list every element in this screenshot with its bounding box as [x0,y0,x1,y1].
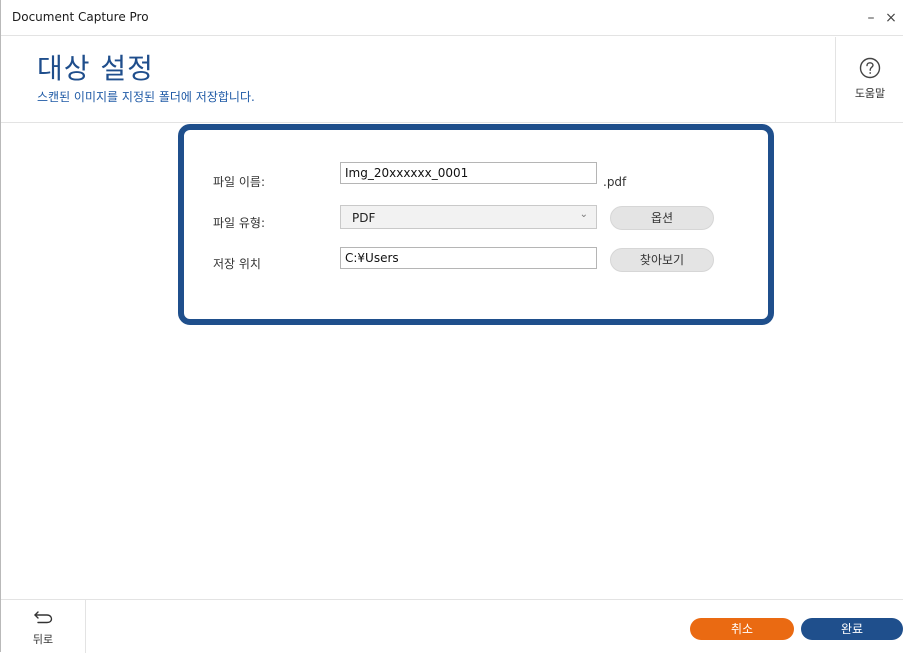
filename-label: 파일 이름: [213,175,266,189]
filename-extension: .pdf [603,175,627,189]
back-label: 뒤로 [32,633,54,646]
options-button[interactable]: 옵션 [610,206,714,230]
title-bar: Document Capture Pro – × [1,0,903,36]
save-location-label: 저장 위치 [213,257,261,271]
browse-button[interactable]: 찾아보기 [610,248,714,272]
filename-input[interactable] [340,162,597,184]
cancel-button[interactable]: 취소 [690,618,794,640]
page-title: 대상 설정 [37,52,154,85]
minimize-button[interactable]: – [861,8,881,28]
close-button[interactable]: × [881,8,901,28]
back-button[interactable]: 뒤로 [1,600,86,653]
page-subtitle: 스캔된 이미지를 지정된 폴더에 저장합니다. [37,90,255,104]
app-title: Document Capture Pro [12,10,149,24]
arrow-back-icon [34,611,53,624]
question-circle-icon [859,57,881,79]
footer-bar: 뒤로 취소 완료 [1,599,903,653]
destination-settings-panel: 파일 이름: .pdf 파일 유형: PDF ⌄ 옵션 저장 위치 찾아보기 [178,124,774,325]
filetype-select[interactable]: PDF ⌄ [340,205,597,229]
save-location-input[interactable] [340,247,597,269]
help-button[interactable]: 도움말 [835,37,903,123]
filetype-label: 파일 유형: [213,216,266,230]
help-label: 도움말 [854,87,886,100]
app-window: Document Capture Pro – × 대상 설정 스캔된 이미지를 … [0,0,903,653]
filetype-selected-value: PDF [352,211,376,225]
chevron-down-icon: ⌄ [579,209,588,220]
page-header: 대상 설정 스캔된 이미지를 지정된 폴더에 저장합니다. 도움말 [1,37,903,123]
done-button[interactable]: 완료 [801,618,903,640]
